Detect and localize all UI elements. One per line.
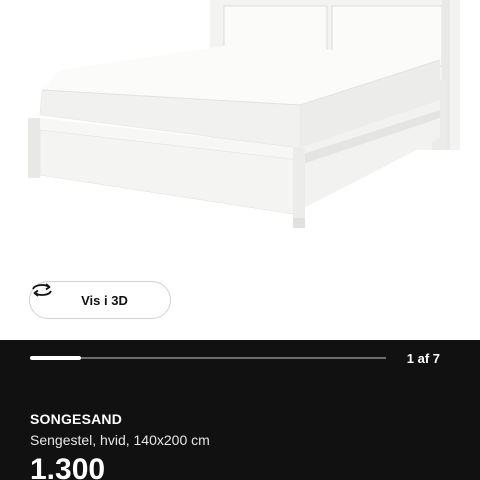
product-price: 1.300: [30, 453, 106, 480]
view-in-3d-label: Vis i 3D: [81, 292, 128, 308]
product-name[interactable]: SONGESAND: [30, 411, 122, 427]
product-image-area[interactable]: Vis i 3D: [0, 0, 480, 340]
product-info-panel: 1 af 7 SONGESAND Sengestel, hvid, 140x20…: [0, 340, 480, 480]
gallery-page-indicator: 1 af 7: [406, 351, 440, 366]
gallery-progress-fill: [30, 356, 81, 360]
product-description: Sengestel, hvid, 140x200 cm: [30, 432, 210, 448]
view-in-3d-button[interactable]: Vis i 3D: [29, 281, 171, 319]
gallery-progress-bar[interactable]: [30, 356, 386, 360]
